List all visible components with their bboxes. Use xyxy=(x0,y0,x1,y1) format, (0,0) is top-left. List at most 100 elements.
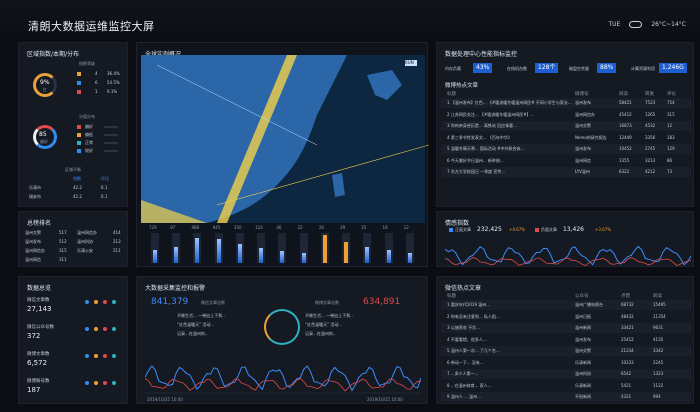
table-cell: 6 今天美好节日温州... 新举措... xyxy=(447,157,504,163)
region-table-cell: 瑞安市 xyxy=(29,194,41,199)
table-cell: 6322 xyxy=(619,169,630,174)
weibo-total-number: 634,891 xyxy=(363,297,401,307)
table-cell: 86 xyxy=(667,157,673,163)
collect-item: 记录...在温州的... xyxy=(177,331,209,336)
table-cell: 25412 xyxy=(621,336,634,342)
bar-fill xyxy=(195,237,200,263)
sentiment-panel: 情感指数 正面文章 232,425 +4.67% 负面文章 13,426 +3.67% xyxy=(436,211,694,267)
table-cell: 平阳新闻 xyxy=(575,394,591,399)
sentiment-label: 正面文章 xyxy=(455,227,471,232)
perf-tag-label: 计算资源利用 xyxy=(631,66,655,71)
table-cell: 2745 xyxy=(645,146,656,151)
table-cell: 4532 xyxy=(645,123,656,128)
page-title: 清朗大数据运维监控大屏 xyxy=(28,20,155,33)
region-table-cell: 6.1 xyxy=(101,185,108,190)
bar-fill xyxy=(153,249,157,263)
legend2-label: 正常 xyxy=(85,140,93,145)
perf-tag-label: 在线机台数 xyxy=(507,66,527,71)
ring2-value: 85 xyxy=(39,131,47,138)
bar-top-label: 26 xyxy=(318,225,324,230)
global-bar-chart: 729 87 988 945 350 124 46 22 26 29 25 18 12 xyxy=(145,225,421,265)
bar-track xyxy=(299,233,308,263)
overview-dot xyxy=(85,354,89,358)
region-table-title: 区域平衡 xyxy=(65,167,81,172)
bar-fill xyxy=(237,243,242,263)
bar-track xyxy=(278,233,287,263)
table-cell: 994 xyxy=(653,394,661,399)
table-cell: 温州网信 xyxy=(575,157,591,163)
world-map xyxy=(141,55,429,223)
bar-track xyxy=(384,233,393,263)
table-cell: 21234 xyxy=(621,348,634,353)
overview-label: 微信文章数 xyxy=(27,298,50,303)
table-cell: 3342 xyxy=(653,348,664,353)
overview-value: 372 xyxy=(27,332,41,340)
region-title: 区域指数/本期/分布 xyxy=(27,51,80,58)
bar-top-label: 350 xyxy=(233,225,242,230)
legend1-pct: 9.1% xyxy=(107,89,118,94)
table-cell: 6 带动一下... 没有... xyxy=(447,359,484,365)
table-cell: 7 ...多少人第一... xyxy=(447,371,479,376)
bar-top-label: 46 xyxy=(276,225,282,230)
collect-panel: 大数据采集监控和报警 841,379 微信文章总数 634,891 微博文章总数… xyxy=(136,276,428,404)
region-table-cell: 乐清市 xyxy=(29,185,41,190)
overview-dot xyxy=(85,300,89,304)
sentiment-series-negative xyxy=(445,257,691,267)
table-cell: 温州发布 xyxy=(575,336,591,342)
rank-name: 温州网信 xyxy=(25,257,41,262)
table-cell: 7523 xyxy=(645,100,656,105)
bar-fill xyxy=(344,242,349,263)
legend2-label: 偏好 xyxy=(85,124,93,129)
table-cell: 11354 xyxy=(653,313,666,319)
collect-ring xyxy=(264,309,300,345)
bar-track xyxy=(172,233,181,263)
table-cell: 温州新闻 xyxy=(575,325,591,330)
perf-tag-value: 1,246G xyxy=(659,63,687,73)
legend1-value: 1 xyxy=(95,89,98,94)
table-cell: 1 【温州发布】红色... 【#暖流暖冬暖温州网民# 不同小学生与家长... xyxy=(447,100,572,105)
overview-dot xyxy=(94,300,98,304)
overview-value: 187 xyxy=(27,386,41,394)
legend2-track xyxy=(104,150,118,152)
overview-value: 27,143 xyxy=(27,305,52,313)
perf-tag-label: 内存负载 xyxy=(445,66,461,71)
table-cell: 温州交警 xyxy=(575,123,591,128)
sentiment-value: 232,425 xyxy=(477,226,502,233)
table-header: 公众号 xyxy=(575,294,589,299)
table-cell: Nemo的研究报告 xyxy=(575,134,607,140)
rank-title: 总榜排名 xyxy=(27,220,52,227)
rank-score: 211 xyxy=(113,248,121,253)
table-cell: 183 xyxy=(667,134,675,140)
table-cell: 4 第三季节性发表文... 《百年中华》 xyxy=(447,134,512,140)
region-table-cell: 6.1 xyxy=(101,194,108,199)
table-cell: 33421 xyxy=(621,325,634,330)
table-cell: 129 xyxy=(667,146,675,151)
table-cell: 68732 xyxy=(621,302,634,307)
weather-label: 26°C~14°C xyxy=(651,21,686,28)
table-cell: 温州广播电视台 xyxy=(575,302,603,307)
collect-item: “红色温暖天” 活动... xyxy=(177,322,215,327)
overview-dot xyxy=(112,381,116,385)
bar-fill xyxy=(174,246,179,263)
legend1-value: 6 xyxy=(95,80,98,85)
legend1-swatch xyxy=(77,90,81,94)
table-cell: 8 ...在温州体育... 家人... xyxy=(447,382,492,388)
table-cell: 3 你的亲身经历是... 高铁站 回应乘客... xyxy=(447,123,517,128)
bar-track xyxy=(151,233,159,263)
bar-top-label: 729 xyxy=(149,225,157,230)
table-cell: 温州日报 xyxy=(575,313,591,319)
region-table-cell: 42.2 xyxy=(73,194,82,199)
header-status: TUE 26°C~14°C xyxy=(608,21,686,28)
performance-panel: 数据处理中心性能指标监控 内存负载 43% 在线机台数 128个 磁盘空余量 88% 计算资… xyxy=(436,42,694,207)
rank-name: 温州发布 xyxy=(25,239,41,244)
collect-title: 大数据采集监控和报警 xyxy=(145,285,206,292)
bar-top-label: 124 xyxy=(255,225,263,230)
rank-score: 517 xyxy=(59,230,67,235)
region-table-cell: 42.2 xyxy=(73,185,82,190)
perf-tag-value: 88% xyxy=(597,63,617,73)
weibo-total-label: 微博文章总数 xyxy=(315,300,339,305)
table-cell: 2 你有没有注意到... 私人租... xyxy=(447,313,500,319)
weibo-hot-title: 微博热点文章 xyxy=(445,83,479,89)
table-cell: 7 东方大学校园日 一季度 宣传... xyxy=(447,169,506,174)
region-panel: 区域指数/本期/分布 9% 红 指数等级 4 36.4% 6 54.5% 1 9.1% 8… xyxy=(18,42,128,207)
